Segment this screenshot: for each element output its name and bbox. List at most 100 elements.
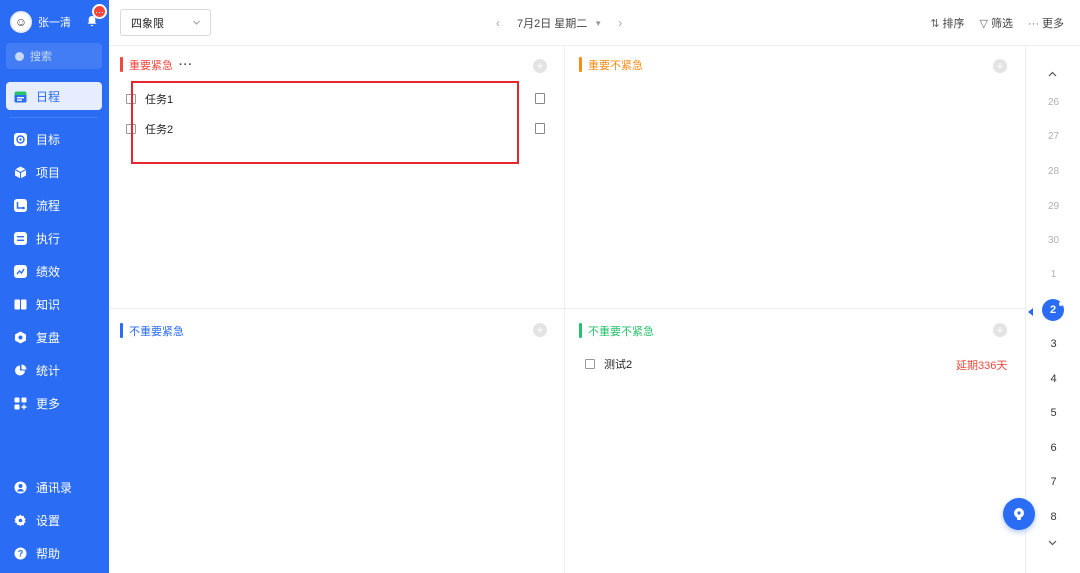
- sidebar-item-schedule[interactable]: 日程: [6, 82, 102, 110]
- avatar[interactable]: ☺: [10, 11, 32, 33]
- user-profile[interactable]: ☺ 张一清: [10, 10, 71, 34]
- quadrant-more-icon[interactable]: ···: [179, 59, 193, 71]
- sidebar-item-label: 知识: [36, 297, 61, 312]
- filter-icon: ▽: [979, 18, 988, 30]
- quadrant-title: 重要不紧急: [579, 57, 643, 72]
- contacts-icon: [13, 480, 27, 494]
- view-mode-select[interactable]: 四象限: [120, 9, 211, 36]
- sidebar-item-execute[interactable]: 执行: [6, 224, 102, 252]
- sidebar-item-label: 设置: [36, 513, 61, 528]
- date-item[interactable]: 29: [1026, 201, 1080, 212]
- sidebar-item-label: 执行: [36, 231, 61, 246]
- sidebar-item-process[interactable]: 流程: [6, 191, 102, 219]
- sidebar-item-contacts[interactable]: 通讯录: [6, 473, 102, 501]
- performance-icon: [13, 264, 27, 278]
- sidebar-item-label: 复盘: [36, 330, 61, 345]
- highlight-box: [131, 81, 519, 164]
- chevron-down-icon[interactable]: [1047, 537, 1058, 548]
- quadrant-title-text: 重要不紧急: [588, 59, 643, 72]
- add-task-button[interactable]: +: [993, 59, 1007, 73]
- date-item[interactable]: 7: [1026, 476, 1080, 488]
- sidebar-item-more[interactable]: 更多: [6, 389, 102, 417]
- search-icon: [15, 51, 24, 61]
- sidebar-item-label: 项目: [36, 165, 61, 180]
- list-icon: [13, 231, 27, 245]
- target-icon: [13, 132, 27, 146]
- sort-icon: ⇅: [930, 18, 940, 30]
- sort-button[interactable]: ⇅ 排序: [930, 15, 964, 31]
- quadrant-color-bar: [120, 323, 123, 338]
- more-dots-icon: ···: [1028, 18, 1039, 30]
- quadrant-title-text: 重要紧急: [129, 59, 173, 72]
- quadrant-title-text: 不重要不紧急: [588, 325, 654, 338]
- chevron-up-icon[interactable]: [1047, 69, 1058, 80]
- date-item[interactable]: 5: [1026, 407, 1080, 419]
- date-item[interactable]: 1: [1026, 269, 1080, 280]
- add-task-button[interactable]: +: [993, 323, 1007, 337]
- filter-button[interactable]: ▽ 筛选: [980, 15, 1013, 31]
- task-detail-icon[interactable]: [535, 123, 545, 134]
- date-item[interactable]: 4: [1026, 373, 1080, 385]
- add-task-button[interactable]: +: [533, 59, 547, 73]
- quadrant-color-bar: [579, 323, 582, 338]
- notification-badge: …: [92, 4, 107, 19]
- sidebar-item-settings[interactable]: 设置: [6, 506, 102, 534]
- sidebar: ☺ 张一清 … 搜索 日程 目标 项目 流程 执行 绩效 知识 复盘 统计 更多…: [0, 0, 109, 573]
- sidebar-item-goal[interactable]: 目标: [6, 125, 102, 153]
- sidebar-item-label: 帮助: [36, 546, 61, 561]
- date-item[interactable]: 3: [1026, 338, 1080, 350]
- quadrant-title: 重要紧急 ···: [120, 57, 193, 72]
- date-item[interactable]: 28: [1026, 166, 1080, 177]
- quadrant-color-bar: [120, 57, 123, 72]
- sidebar-item-review[interactable]: 复盘: [6, 323, 102, 351]
- filter-label: 筛选: [991, 18, 1013, 30]
- sidebar-item-label: 统计: [36, 363, 61, 378]
- sidebar-item-help[interactable]: ? 帮助: [6, 539, 102, 567]
- divider: [10, 117, 98, 118]
- book-icon: [13, 297, 27, 311]
- prev-day-button[interactable]: ‹: [496, 16, 500, 30]
- caret-down-icon[interactable]: ▼: [594, 19, 602, 28]
- today-pointer-icon: [1028, 308, 1033, 316]
- sidebar-item-knowledge[interactable]: 知识: [6, 290, 102, 318]
- help-icon: ?: [13, 546, 27, 560]
- more-label: 更多: [1042, 18, 1064, 30]
- today-dot: [1059, 302, 1063, 306]
- sidebar-item-label: 流程: [36, 198, 61, 213]
- date-item[interactable]: 26: [1026, 97, 1080, 108]
- sidebar-item-project[interactable]: 项目: [6, 158, 102, 186]
- next-day-button[interactable]: ›: [618, 16, 622, 30]
- toolbar-actions: ⇅ 排序 ▽ 筛选 ··· 更多: [930, 15, 1064, 31]
- quadrant-color-bar: [579, 57, 582, 72]
- sidebar-item-performance[interactable]: 绩效: [6, 257, 102, 285]
- review-icon: [13, 330, 27, 344]
- task-detail-icon[interactable]: [535, 93, 545, 104]
- sidebar-item-label: 目标: [36, 132, 61, 147]
- quadrant-title-text: 不重要紧急: [129, 325, 184, 338]
- current-date[interactable]: 7月2日 星期二: [517, 15, 587, 31]
- date-navigator: ‹ 7月2日 星期二 ▼ ›: [496, 15, 622, 31]
- add-task-button[interactable]: +: [533, 323, 547, 337]
- cube-icon: [13, 165, 27, 179]
- sidebar-item-label: 绩效: [36, 264, 61, 279]
- sidebar-item-label: 更多: [36, 396, 61, 411]
- quadrant-title: 不重要紧急: [120, 323, 184, 338]
- task-checkbox[interactable]: [585, 359, 595, 369]
- search-placeholder: 搜索: [30, 51, 52, 63]
- quadrant-title: 不重要不紧急: [579, 323, 654, 338]
- svg-text:?: ?: [17, 548, 23, 558]
- assistant-button[interactable]: [1003, 498, 1035, 530]
- sidebar-item-stats[interactable]: 统计: [6, 356, 102, 384]
- task-item[interactable]: 测试2: [585, 356, 632, 372]
- more-button[interactable]: ··· 更多: [1028, 15, 1064, 31]
- user-name: 张一清: [38, 17, 71, 29]
- search-input[interactable]: 搜索: [6, 43, 102, 69]
- calendar-icon: [13, 89, 27, 103]
- date-item[interactable]: 30: [1026, 235, 1080, 246]
- pie-chart-icon: [13, 363, 27, 377]
- view-mode-label: 四象限: [131, 17, 164, 30]
- date-item[interactable]: 6: [1026, 442, 1080, 454]
- flow-icon: [13, 198, 27, 212]
- quadrant-important-not-urgent: 重要不紧急 +: [565, 46, 1025, 309]
- date-item[interactable]: 27: [1026, 131, 1080, 142]
